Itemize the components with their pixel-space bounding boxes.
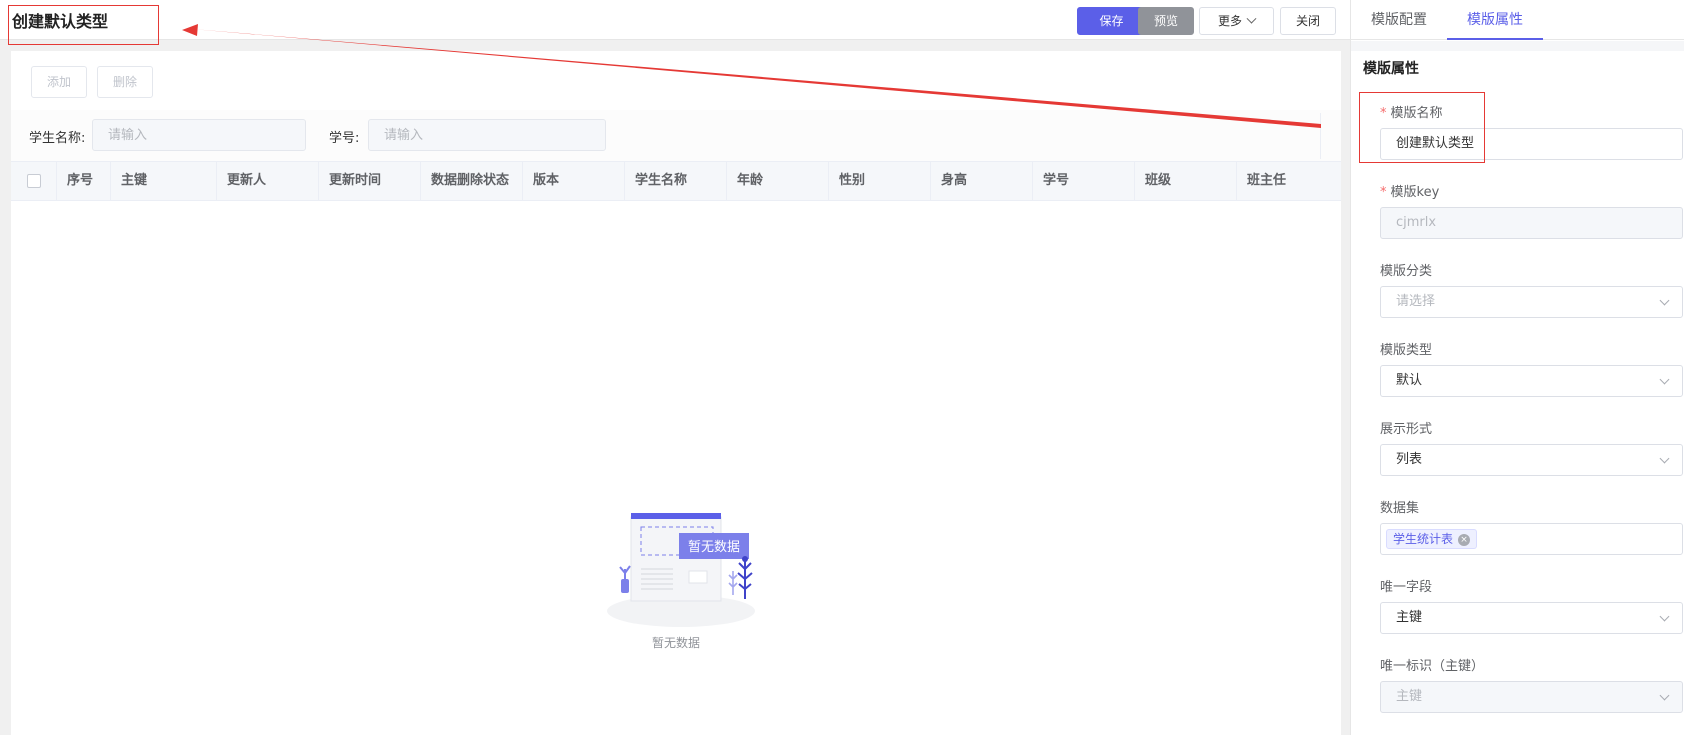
chevron-down-icon — [1659, 295, 1670, 306]
column-header: 版本 — [523, 162, 625, 200]
unique-id-value: 主键 — [1396, 689, 1423, 704]
properties-form: * 模版名称 创建默认类型 * 模版key cjmrlx 模版分类 请选择 模版类型… — [1363, 86, 1683, 735]
divider — [1320, 113, 1321, 159]
column-header: 班级 — [1135, 162, 1237, 200]
save-button[interactable]: 保存 — [1077, 7, 1146, 35]
student-id-input[interactable] — [368, 119, 606, 151]
chevron-down-icon — [1659, 453, 1670, 464]
section-title: 模版属性 — [1363, 61, 1419, 77]
column-header: 性别 — [829, 162, 931, 200]
template-key-input: cjmrlx — [1380, 207, 1683, 239]
column-header: 学号 — [1033, 162, 1135, 200]
type-field-label: 模版类型 — [1380, 343, 1433, 358]
table-header: 序号 主键 更新人 更新时间 数据删除状态 版本 学生名称 年龄 性别 身高 学… — [11, 161, 1341, 201]
display-field-label: 展示形式 — [1380, 422, 1433, 437]
category-placeholder: 请选择 — [1396, 294, 1436, 309]
category-select[interactable]: 请选择 — [1380, 286, 1683, 318]
more-dropdown-button[interactable]: 更多 — [1199, 7, 1274, 35]
main-panel: 添加 删除 学生名称: 学号: 序号 主键 更新人 更新时间 数据删除状态 版本… — [11, 51, 1341, 735]
unique-field-value: 主键 — [1396, 610, 1423, 625]
display-value: 列表 — [1396, 452, 1423, 467]
column-header: 更新时间 — [319, 162, 421, 200]
tab-template-properties[interactable]: 模版属性 — [1447, 0, 1543, 40]
column-header: 主键 — [111, 162, 217, 200]
panel-gap — [1351, 41, 1684, 51]
unique-field-label: 唯一字段 — [1380, 580, 1433, 595]
preview-button[interactable]: 预览 — [1138, 7, 1194, 35]
title-highlight-box — [8, 5, 159, 45]
dataset-field-label: 数据集 — [1380, 501, 1420, 516]
unique-id-field-label: 唯一标识（主键） — [1380, 659, 1485, 674]
dataset-tag: 学生统计表 × — [1386, 529, 1478, 549]
column-header: 学生名称 — [625, 162, 727, 200]
category-field-label: 模版分类 — [1380, 264, 1433, 279]
chevron-down-icon — [1659, 374, 1670, 385]
dataset-select[interactable]: 学生统计表 × — [1380, 523, 1683, 555]
close-button[interactable]: 关闭 — [1280, 7, 1336, 35]
tab-template-config[interactable]: 模版配置 — [1371, 0, 1427, 40]
delete-button[interactable]: 删除 — [97, 66, 153, 98]
required-mark: * — [1380, 185, 1387, 200]
column-header: 更新人 — [217, 162, 319, 200]
student-id-label: 学号: — [329, 131, 360, 146]
column-header: 班主任 — [1247, 173, 1287, 188]
close-circle-icon[interactable]: × — [1458, 533, 1471, 546]
empty-badge-text: 暂无数据 — [688, 540, 740, 555]
student-name-input[interactable] — [92, 119, 306, 151]
key-label-text: 模版key — [1390, 185, 1440, 200]
column-header: 身高 — [931, 162, 1033, 200]
add-button[interactable]: 添加 — [31, 66, 87, 98]
dataset-tag-text: 学生统计表 — [1393, 532, 1454, 546]
column-header: 数据删除状态 — [421, 162, 523, 200]
select-all-checkbox[interactable] — [27, 174, 41, 188]
select-all-cell — [11, 162, 57, 200]
chevron-down-icon — [1246, 13, 1257, 24]
chevron-down-icon — [1659, 611, 1670, 622]
column-header: 序号 — [57, 162, 111, 200]
key-field-label: * 模版key — [1380, 181, 1439, 200]
student-name-label: 学生名称: — [29, 131, 86, 146]
chevron-down-icon — [1659, 690, 1670, 701]
type-value: 默认 — [1396, 373, 1423, 388]
empty-data-illustration: 暂无数据 — [607, 513, 755, 627]
empty-text: 暂无数据 — [651, 636, 700, 650]
tab-bar: 模版配置 模版属性 — [1351, 0, 1684, 40]
column-header: 年龄 — [727, 162, 829, 200]
display-select[interactable]: 列表 — [1380, 444, 1683, 476]
name-field-highlight-box — [1359, 92, 1485, 163]
type-select[interactable]: 默认 — [1380, 365, 1683, 397]
unique-id-select: 主键 — [1380, 681, 1683, 713]
unique-field-select[interactable]: 主键 — [1380, 602, 1683, 634]
more-label: 更多 — [1217, 14, 1242, 28]
top-header: 创建默认类型 保存 预览 更多 关闭 — [0, 0, 1350, 40]
